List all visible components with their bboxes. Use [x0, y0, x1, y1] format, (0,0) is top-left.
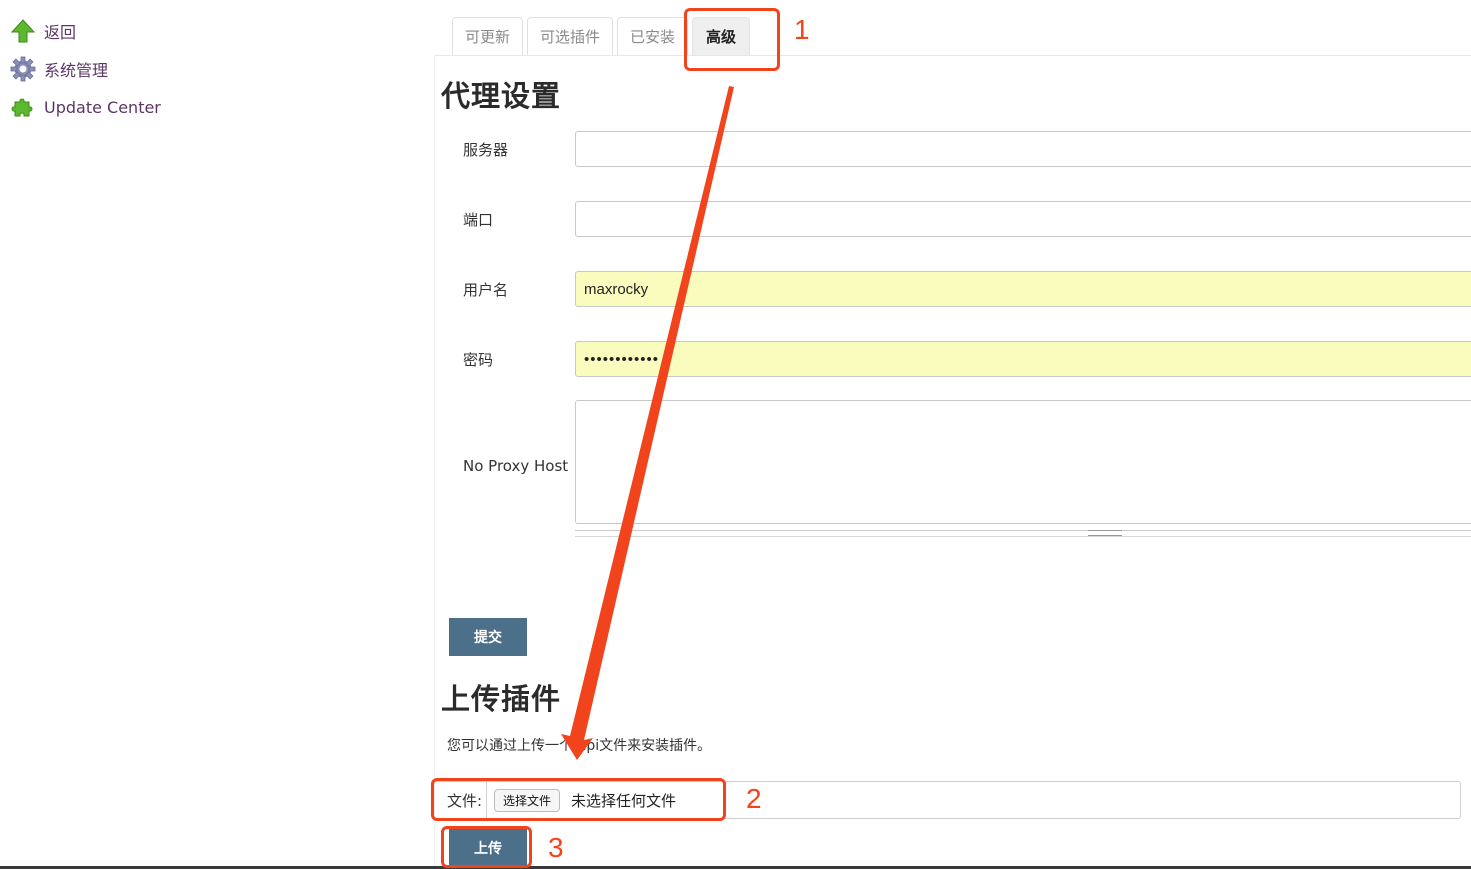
- username-input[interactable]: [575, 271, 1471, 307]
- panel-top-border: [434, 55, 1471, 56]
- sidebar-item-back[interactable]: 返回: [10, 17, 76, 45]
- upload-description: 您可以通过上传一个.hpi文件来安装插件。: [447, 738, 712, 754]
- server-input[interactable]: [575, 131, 1471, 167]
- sidebar-item-label: 返回: [44, 23, 77, 42]
- sidebar-item-label: 系统管理: [44, 61, 109, 80]
- server-label: 服务器: [463, 141, 509, 159]
- annotation-number-3: 3: [548, 832, 564, 863]
- sidebar-item-manage[interactable]: 系统管理: [10, 55, 108, 83]
- choose-file-button[interactable]: 选择文件: [494, 789, 561, 812]
- submit-button[interactable]: 提交: [449, 618, 527, 656]
- tab-updates[interactable]: 可更新: [452, 17, 524, 55]
- sidebar-item-label: Update Center: [44, 97, 161, 117]
- username-label: 用户名: [463, 281, 509, 299]
- panel-left-border: [434, 55, 435, 869]
- tab-bar: 可更新 可选插件 已安装 高级: [452, 17, 751, 55]
- annotation-number-1: 1: [794, 14, 810, 45]
- file-status-text: 未选择任何文件: [571, 792, 677, 810]
- sidebar-item-update-center[interactable]: Update Center: [10, 93, 161, 121]
- file-row-divider: [486, 781, 487, 819]
- tab-installed[interactable]: 已安装: [617, 17, 689, 55]
- tab-available[interactable]: 可选插件: [527, 17, 614, 55]
- annotation-number-2: 2: [746, 783, 762, 814]
- no-proxy-host-textarea[interactable]: [575, 400, 1471, 524]
- tab-advanced[interactable]: 高级: [692, 17, 751, 55]
- puzzle-icon: [10, 94, 36, 120]
- file-label: 文件:: [447, 792, 483, 810]
- up-arrow-icon: [10, 18, 36, 44]
- upload-plugin-title: 上传插件: [441, 682, 562, 716]
- gear-icon: [10, 56, 36, 82]
- password-label: 密码: [463, 351, 494, 369]
- port-input[interactable]: [575, 201, 1471, 237]
- password-input[interactable]: [575, 341, 1471, 377]
- textarea-resize-bar[interactable]: [575, 530, 1471, 537]
- upload-button[interactable]: 上传: [449, 829, 527, 866]
- proxy-settings-title: 代理设置: [441, 79, 562, 113]
- port-label: 端口: [463, 211, 494, 229]
- resize-grip-icon[interactable]: [1088, 530, 1122, 536]
- no-proxy-host-label: No Proxy Host: [463, 457, 569, 475]
